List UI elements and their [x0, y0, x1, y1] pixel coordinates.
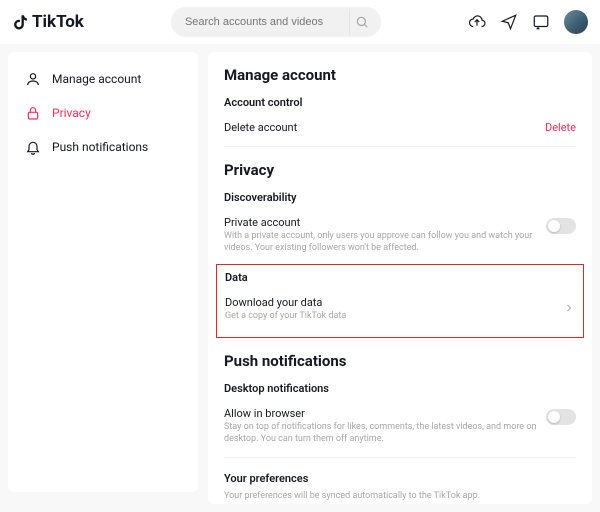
private-account-label: Private account	[224, 216, 546, 229]
allow-browser-help: Stay on top of notifications for likes, …	[224, 422, 546, 445]
download-data-help: Get a copy of your TikTok data	[225, 311, 563, 323]
app-name: TikTok	[32, 12, 84, 32]
delete-account-button[interactable]: Delete	[545, 121, 576, 134]
private-account-toggle[interactable]	[546, 218, 576, 234]
allow-browser-toggle[interactable]	[546, 409, 576, 425]
delete-account-label: Delete account	[224, 121, 545, 134]
search-input[interactable]	[185, 16, 349, 28]
top-icons	[468, 10, 588, 34]
main-layout: Manage account Privacy Push notification…	[0, 44, 600, 512]
sidebar-item-label: Manage account	[52, 72, 141, 86]
top-bar: TikTok	[0, 0, 600, 44]
search-box[interactable]	[171, 7, 381, 37]
search-wrap	[96, 7, 456, 37]
inbox-icon[interactable]	[532, 13, 550, 31]
private-account-help: With a private account, only users you a…	[224, 231, 546, 254]
discoverability-title: Discoverability	[224, 191, 576, 204]
allow-browser-row: Allow in browser Stay on top of notifica…	[224, 401, 576, 451]
lock-icon	[24, 104, 42, 122]
data-title: Data	[225, 271, 575, 284]
search-icon[interactable]	[349, 9, 375, 35]
divider	[224, 146, 576, 147]
account-control-title: Account control	[224, 96, 576, 109]
allow-browser-label: Allow in browser	[224, 407, 546, 420]
tiktok-logo[interactable]: TikTok	[12, 12, 84, 32]
settings-content: Manage account Account control Delete ac…	[208, 52, 592, 504]
data-section-highlight: Data Download your data Get a copy of yo…	[216, 264, 584, 338]
push-notifications-heading: Push notifications	[224, 352, 576, 370]
manage-account-heading: Manage account	[224, 66, 576, 84]
desktop-notifications-title: Desktop notifications	[224, 382, 576, 395]
download-data-label: Download your data	[225, 296, 563, 309]
person-icon	[24, 70, 42, 88]
tiktok-note-icon	[12, 13, 30, 31]
bell-icon	[24, 138, 42, 156]
settings-sidebar: Manage account Privacy Push notification…	[8, 52, 198, 492]
upload-icon[interactable]	[468, 13, 486, 31]
sidebar-item-label: Push notifications	[52, 140, 148, 154]
sidebar-item-label: Privacy	[52, 106, 91, 120]
sidebar-item-privacy[interactable]: Privacy	[14, 96, 192, 130]
send-icon[interactable]	[500, 13, 518, 31]
privacy-heading: Privacy	[224, 161, 576, 179]
private-account-row: Private account With a private account, …	[224, 210, 576, 260]
divider	[224, 457, 576, 458]
your-preferences-title: Your preferences	[224, 472, 576, 485]
sidebar-item-manage-account[interactable]: Manage account	[14, 62, 192, 96]
sidebar-item-push-notifications[interactable]: Push notifications	[14, 130, 192, 164]
download-data-row[interactable]: Download your data Get a copy of your Ti…	[225, 290, 575, 329]
your-preferences-help: Your preferences will be synced automati…	[224, 491, 576, 501]
chevron-right-icon	[563, 302, 575, 314]
avatar[interactable]	[564, 10, 588, 34]
delete-account-row: Delete account Delete	[224, 115, 576, 140]
